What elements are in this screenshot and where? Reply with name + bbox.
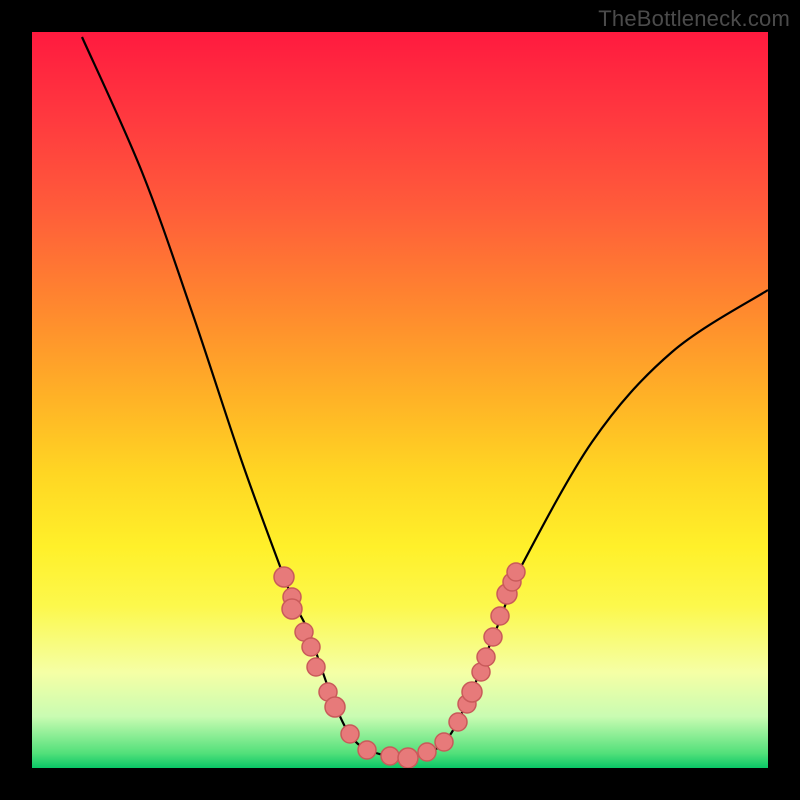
data-point	[341, 725, 359, 743]
data-point	[325, 697, 345, 717]
chart-svg	[32, 32, 768, 768]
curve-line	[82, 37, 768, 758]
data-point	[307, 658, 325, 676]
data-point	[381, 747, 399, 765]
data-point	[484, 628, 502, 646]
dots-group	[274, 563, 525, 768]
data-point	[449, 713, 467, 731]
data-point	[282, 599, 302, 619]
data-point	[462, 682, 482, 702]
data-point	[302, 638, 320, 656]
watermark-text: TheBottleneck.com	[598, 6, 790, 32]
chart-frame: TheBottleneck.com	[0, 0, 800, 800]
data-point	[491, 607, 509, 625]
data-point	[477, 648, 495, 666]
data-point	[398, 748, 418, 768]
data-point	[507, 563, 525, 581]
plot-area	[32, 32, 768, 768]
data-point	[435, 733, 453, 751]
data-point	[274, 567, 294, 587]
data-point	[358, 741, 376, 759]
data-point	[418, 743, 436, 761]
